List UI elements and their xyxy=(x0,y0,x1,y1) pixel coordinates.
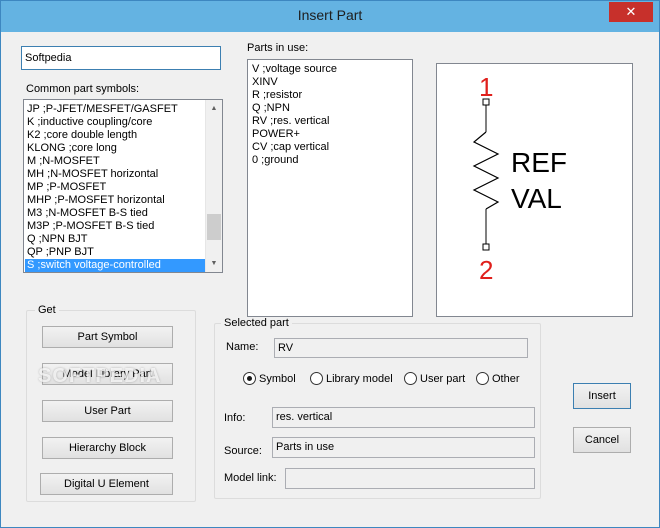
parts-in-use-label: Parts in use: xyxy=(247,42,309,54)
list-item[interactable]: Q ;NPN xyxy=(250,102,337,115)
list-item[interactable]: RV ;res. vertical xyxy=(250,115,337,128)
list-item[interactable]: 0 ;ground xyxy=(250,154,337,167)
list-item[interactable]: MP ;P-MOSFET xyxy=(25,181,205,194)
name-label: Name: xyxy=(226,341,259,353)
list-item[interactable]: POWER+ xyxy=(250,128,337,141)
list-item[interactable]: M3 ;N-MOSFET B-S tied xyxy=(25,207,205,220)
parts-in-use-items: V ;voltage source XINV R ;resistor Q ;NP… xyxy=(250,63,337,167)
resistor-symbol-icon: 1 2 REF VAL xyxy=(472,72,567,285)
list-item[interactable]: KLONG ;core long xyxy=(25,142,205,155)
common-part-symbols-label: Common part symbols: xyxy=(26,83,140,95)
value-text: VAL xyxy=(511,183,562,214)
get-group-title: Get xyxy=(35,304,59,316)
common-part-symbols-items: JP ;P-JFET/MESFET/GASFET K ;inductive co… xyxy=(25,103,205,272)
close-icon[interactable]: ✕ xyxy=(626,4,637,19)
part-source-field[interactable]: Parts in use xyxy=(272,437,535,458)
part-name-field[interactable]: RV xyxy=(274,338,528,358)
model-library-part-button[interactable]: Model Library Part xyxy=(42,363,173,385)
close-button[interactable]: ✕ xyxy=(609,2,653,22)
radio-user-part[interactable]: User part xyxy=(404,372,465,385)
list-item[interactable]: MHP ;P-MOSFET horizontal xyxy=(25,194,205,207)
symbol-preview: 1 2 REF VAL xyxy=(436,63,633,317)
user-part-button[interactable]: User Part xyxy=(42,400,173,422)
radio-symbol-label[interactable]: Symbol xyxy=(259,373,296,385)
radio-icon[interactable] xyxy=(476,372,489,385)
scroll-down-arrow-icon[interactable]: ▼ xyxy=(206,255,222,272)
selected-part-group-title: Selected part xyxy=(221,317,292,329)
list-item[interactable]: V ;voltage source xyxy=(250,63,337,76)
title-bar: Insert Part ✕ xyxy=(1,1,659,32)
list-item[interactable]: JP ;P-JFET/MESFET/GASFET xyxy=(25,103,205,116)
radio-user-part-label[interactable]: User part xyxy=(420,373,465,385)
list-item[interactable]: QP ;PNP BJT xyxy=(25,246,205,259)
list-item[interactable]: M3P ;P-MOSFET B-S tied xyxy=(25,220,205,233)
radio-other-label[interactable]: Other xyxy=(492,373,520,385)
list-item[interactable]: Q ;NPN BJT xyxy=(25,233,205,246)
insert-part-window: Insert Part ✕ Softpedia Common part symb… xyxy=(0,0,660,528)
list-item[interactable]: XINV xyxy=(250,76,337,89)
dialog-client-area: Softpedia Common part symbols: JP ;P-JFE… xyxy=(8,32,653,521)
radio-symbol[interactable]: Symbol xyxy=(243,372,296,385)
hierarchy-block-button[interactable]: Hierarchy Block xyxy=(42,437,173,459)
insert-button[interactable]: Insert xyxy=(573,383,631,409)
window-title: Insert Part xyxy=(297,7,363,23)
scroll-up-arrow-icon[interactable]: ▲ xyxy=(206,100,222,117)
list-item[interactable]: R ;resistor xyxy=(250,89,337,102)
model-link-field[interactable] xyxy=(285,468,535,489)
list-item[interactable]: M ;N-MOSFET xyxy=(25,155,205,168)
pin-2-label: 2 xyxy=(479,255,493,285)
radio-library-model[interactable]: Library model xyxy=(310,372,393,385)
list-item[interactable]: MH ;N-MOSFET horizontal xyxy=(25,168,205,181)
ref-designator-text: REF xyxy=(511,147,567,178)
part-symbol-button[interactable]: Part Symbol xyxy=(42,326,173,348)
part-info-field[interactable]: res. vertical xyxy=(272,407,535,428)
model-link-label: Model link: xyxy=(224,472,277,484)
digital-u-element-button[interactable]: Digital U Element xyxy=(40,473,173,495)
list-item[interactable]: K2 ;core double length xyxy=(25,129,205,142)
common-symbols-scrollbar[interactable]: ▲ ▼ xyxy=(205,100,222,272)
common-part-symbols-list[interactable]: JP ;P-JFET/MESFET/GASFET K ;inductive co… xyxy=(23,99,223,273)
radio-other[interactable]: Other xyxy=(476,372,520,385)
list-item[interactable]: CV ;cap vertical xyxy=(250,141,337,154)
info-label: Info: xyxy=(224,412,246,424)
radio-icon[interactable] xyxy=(404,372,417,385)
radio-checked-icon[interactable] xyxy=(243,372,256,385)
radio-library-model-label[interactable]: Library model xyxy=(326,373,393,385)
scroll-thumb[interactable] xyxy=(207,214,221,240)
list-item[interactable]: K ;inductive coupling/core xyxy=(25,116,205,129)
source-label: Source: xyxy=(224,445,262,457)
cancel-button[interactable]: Cancel xyxy=(573,427,631,453)
pin-1-label: 1 xyxy=(479,72,493,102)
list-item-selected[interactable]: S ;switch voltage-controlled xyxy=(25,259,205,272)
radio-icon[interactable] xyxy=(310,372,323,385)
parts-in-use-list[interactable]: V ;voltage source XINV R ;resistor Q ;NP… xyxy=(247,59,413,317)
part-search-input[interactable]: Softpedia xyxy=(21,46,221,70)
